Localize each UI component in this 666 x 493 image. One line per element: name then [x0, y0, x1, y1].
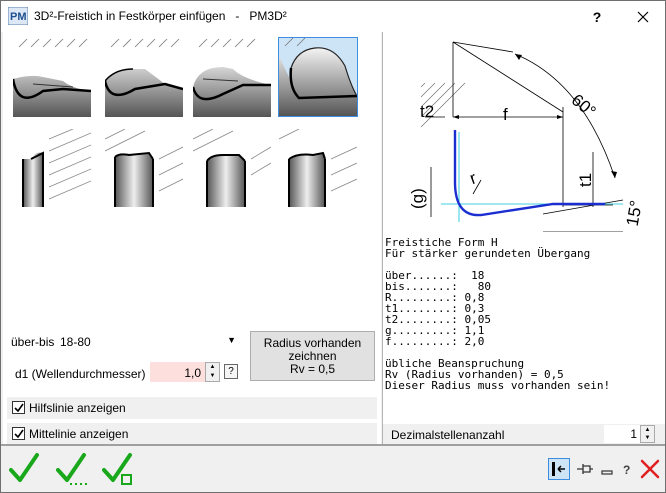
undercut-form-h-icon	[279, 38, 357, 116]
help-icon[interactable]: ?	[617, 458, 639, 480]
range-select-value: 18-80	[60, 335, 91, 349]
diameter-label: d1 (Wellendurchmesser)	[15, 367, 146, 381]
diameter-help-button[interactable]: ?	[224, 364, 238, 379]
helpline-label: Hilfslinie anzeigen	[29, 401, 126, 415]
range-select[interactable]: 18-80 ▼	[55, 331, 241, 353]
dialog-window: PM 3D²-Freistich in Festkörper einfügen …	[0, 0, 666, 493]
svg-text:?: ?	[623, 463, 630, 477]
window-title: 3D²-Freistich in Festkörper einfügen - P…	[34, 9, 287, 23]
diameter-value: 1,0	[184, 366, 201, 380]
thumbnail-undercut-form-h-half[interactable]	[278, 128, 358, 208]
check-icon[interactable]	[9, 452, 39, 486]
info-line: Dieser Radius muss vorhanden sein!	[385, 379, 611, 392]
thumbnail-undercut-form-h[interactable]	[278, 37, 358, 117]
radius-button-line3: Rv = 0,5	[289, 362, 336, 376]
left-panel: über-bis	[3, 32, 381, 444]
thumbnail-undercut-form-e-half[interactable]	[12, 128, 92, 208]
centerline-row[interactable]: Mittelinie anzeigen	[7, 423, 377, 445]
svg-text:PM: PM	[10, 11, 27, 23]
thumbnail-undercut-form-f-half[interactable]	[104, 128, 184, 208]
checkmark-icon	[14, 429, 24, 439]
cancel-icon[interactable]	[639, 458, 661, 480]
title-bar: PM 3D²-Freistich in Festkörper einfügen …	[1, 1, 665, 32]
title-help-button[interactable]: ?	[575, 3, 619, 31]
undercut-form-e-icon	[13, 39, 91, 117]
pin-icon[interactable]	[573, 458, 595, 480]
diameter-spinner[interactable]: ▲ ▼	[205, 362, 220, 382]
undercut-form-e-half-icon	[22, 129, 91, 207]
undercut-gallery	[3, 32, 381, 322]
undercut-form-g-half-icon	[193, 129, 271, 207]
undercut-form-f-icon	[105, 39, 183, 117]
centerline-checkbox[interactable]	[12, 427, 25, 440]
undercut-form-g-icon	[193, 39, 271, 117]
dim-t1-label: t1	[576, 173, 595, 187]
dim-15-label: 15°	[623, 199, 646, 228]
footer-toolbar: ?	[1, 446, 665, 492]
info-line: f.........: 2,0	[385, 335, 485, 348]
thumbnail-undercut-form-e[interactable]	[12, 38, 92, 118]
panel-toggle-icon[interactable]	[548, 458, 570, 480]
undercut-dimension-diagram: t2 f 60° t1 (g) r 15°	[408, 41, 646, 232]
dim-f-label: f	[503, 105, 508, 124]
dim-g-label: (g)	[408, 188, 427, 209]
range-label: über-bis	[11, 335, 55, 349]
centerline-label: Mittelinie anzeigen	[29, 427, 129, 441]
dim-t2-label: t2	[420, 102, 434, 121]
pm-app-icon: PM	[8, 7, 28, 25]
helpline-row[interactable]: Hilfslinie anzeigen	[7, 397, 377, 419]
close-button[interactable]	[621, 3, 665, 31]
check-new-icon[interactable]	[102, 452, 136, 486]
dim-r-label: r	[467, 168, 479, 188]
decimal-places-input[interactable]: 1	[604, 425, 640, 443]
dim-60-label: 60°	[568, 90, 600, 121]
info-line: Für stärker gerundeten Übergang	[385, 247, 591, 260]
decimal-places-label: Dezimalstellenanzahl	[391, 428, 505, 442]
helpline-checkbox[interactable]	[12, 401, 25, 414]
right-panel: t2 f 60° t1 (g) r 15° Freistiche Form HF…	[382, 32, 665, 444]
draw-radius-button[interactable]: Radius vorhanden zeichnen Rv = 0,5	[250, 331, 375, 381]
decimal-places-row: Dezimalstellenanzahl 1 ▲ ▼	[383, 424, 665, 444]
decimal-places-value: 1	[630, 427, 637, 441]
check-continue-icon[interactable]	[56, 452, 90, 486]
undercut-form-f-half-icon	[105, 129, 183, 207]
undercut-form-h-half-icon	[279, 129, 357, 207]
close-icon	[637, 11, 649, 23]
diameter-input[interactable]: 1,0	[150, 362, 205, 382]
checkmark-icon	[14, 403, 24, 413]
thumbnail-undercut-form-g[interactable]	[192, 38, 272, 118]
decimal-places-spinner[interactable]: ▲ ▼	[640, 425, 655, 443]
undercut-info-text: Freistiche Form H Für stärker gerundeten …	[385, 237, 610, 391]
chevron-down-icon: ▼	[227, 335, 236, 345]
thumbnail-undercut-form-f[interactable]	[104, 38, 184, 118]
thumbnail-undercut-form-g-half[interactable]	[192, 128, 272, 208]
minimize-icon[interactable]	[597, 458, 619, 480]
